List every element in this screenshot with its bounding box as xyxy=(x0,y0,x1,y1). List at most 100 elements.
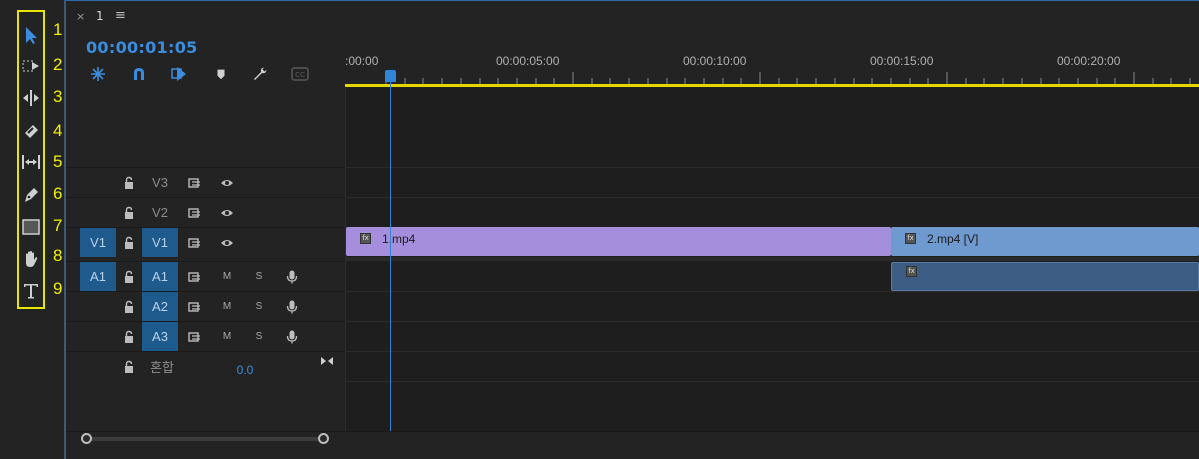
tab-close-icon[interactable]: × xyxy=(76,10,85,23)
microphone-icon[interactable] xyxy=(283,262,301,291)
hand-tool-button[interactable] xyxy=(19,244,43,274)
svg-text:CC: CC xyxy=(295,71,305,79)
solo-track-button[interactable]: S xyxy=(252,292,266,321)
nest-toggle-button[interactable] xyxy=(86,62,110,86)
snap-toggle-button[interactable] xyxy=(127,62,151,86)
microphone-icon[interactable] xyxy=(283,292,301,321)
video-clip-1[interactable]: fx 1.mp4 xyxy=(346,227,891,256)
razor-icon xyxy=(25,125,38,138)
lock-track-icon[interactable] xyxy=(121,168,137,197)
sync-lock-icon[interactable] xyxy=(186,228,204,257)
mute-track-button[interactable]: M xyxy=(220,292,234,321)
linked-selection-button[interactable] xyxy=(167,62,191,86)
sync-lock-icon[interactable] xyxy=(186,198,204,227)
ruler-label: 00:00:10:00 xyxy=(683,54,747,68)
type-tool-button[interactable] xyxy=(19,276,43,306)
hand-icon xyxy=(26,251,38,267)
ripple-edit-tool-button[interactable] xyxy=(19,83,43,113)
pen-icon xyxy=(25,188,38,202)
clip-label: 2.mp4 [V] xyxy=(927,232,979,246)
mute-track-button[interactable]: M xyxy=(220,262,234,291)
track-divider xyxy=(345,321,1199,322)
sequence-tab[interactable]: 1 xyxy=(96,9,104,23)
track-header-a2: A2 M S xyxy=(66,291,345,321)
captions-button[interactable]: CC xyxy=(288,62,312,86)
tools-panel: 1. 2. 3. 4. 5. 6. 7. 8. 9. xyxy=(0,0,67,459)
pen-tool-button[interactable] xyxy=(19,180,43,210)
audio-clip-2[interactable]: fx xyxy=(891,262,1199,291)
ruler-label: :00:00 xyxy=(345,54,379,68)
track-target-v1[interactable]: V1 xyxy=(142,228,178,257)
track-header-a3: A3 M S xyxy=(66,321,345,351)
lock-track-icon[interactable] xyxy=(121,198,137,227)
playhead-timecode[interactable]: 00:00:01:05 xyxy=(86,38,198,57)
source-patch-a1[interactable]: A1 xyxy=(80,262,116,291)
track-header-mix: 혼합 0.0 xyxy=(66,351,345,381)
track-header-v3: V3 xyxy=(66,167,345,197)
track-header-v1: V1 V1 xyxy=(66,227,345,257)
sync-lock-icon[interactable] xyxy=(186,168,204,197)
track-label[interactable]: V3 xyxy=(142,168,178,197)
track-target-a2[interactable]: A2 xyxy=(142,292,178,321)
snap-icon xyxy=(134,68,144,80)
track-divider xyxy=(345,291,1199,292)
toggle-output-eye-icon[interactable] xyxy=(218,228,236,257)
lock-track-icon[interactable] xyxy=(121,292,137,321)
solo-track-button[interactable]: S xyxy=(252,322,266,351)
wrench-icon xyxy=(254,67,267,80)
work-area-bar[interactable] xyxy=(345,84,1199,87)
captions-icon: CC xyxy=(291,67,309,81)
lock-track-icon[interactable] xyxy=(121,262,137,291)
track-divider xyxy=(345,167,1199,168)
ripple-edit-icon xyxy=(23,90,39,106)
track-divider xyxy=(345,197,1199,198)
zoom-scrollbar[interactable] xyxy=(87,437,324,441)
ruler-ticks xyxy=(385,72,1191,84)
timeline-header-tools: CC xyxy=(66,62,346,88)
sync-lock-icon[interactable] xyxy=(186,292,204,321)
sync-lock-icon[interactable] xyxy=(186,262,204,291)
track-header-v2: V2 xyxy=(66,197,345,227)
linked-selection-icon xyxy=(171,67,186,81)
toggle-output-eye-icon[interactable] xyxy=(218,198,236,227)
track-target-a3[interactable]: A3 xyxy=(142,322,178,351)
lock-track-icon[interactable] xyxy=(121,352,137,381)
microphone-icon[interactable] xyxy=(283,322,301,351)
ruler-label: 00:00:15:00 xyxy=(870,54,934,68)
ruler-label: 00:00:20:00 xyxy=(1057,54,1121,68)
lock-track-icon[interactable] xyxy=(121,228,137,257)
fx-badge-icon: fx xyxy=(360,233,371,244)
clip-label: 1.mp4 xyxy=(382,232,416,246)
track-header-a1: A1 A1 M S xyxy=(66,261,345,291)
slip-tool-button[interactable] xyxy=(19,147,43,177)
mute-track-button[interactable]: M xyxy=(220,322,234,351)
source-patch-v1[interactable]: V1 xyxy=(80,228,116,257)
lock-track-icon[interactable] xyxy=(121,322,137,351)
timeline-footer xyxy=(66,431,1199,459)
video-clip-2[interactable]: fx 2.mp4 [V] xyxy=(891,227,1199,256)
zoom-scroll-handle-right[interactable] xyxy=(318,433,329,444)
sync-lock-icon[interactable] xyxy=(186,322,204,351)
add-marker-button[interactable] xyxy=(209,62,233,86)
panel-menu-icon[interactable]: ≡ xyxy=(115,8,126,23)
video-audio-divider xyxy=(345,257,1199,261)
track-select-tool-button[interactable] xyxy=(19,51,43,81)
track-divider xyxy=(345,351,1199,352)
fx-badge-icon: fx xyxy=(906,266,917,277)
track-label[interactable]: V2 xyxy=(142,198,178,227)
selection-tool-button[interactable] xyxy=(19,20,43,50)
mix-track-label: 혼합 xyxy=(150,361,174,376)
mix-volume-value[interactable]: 0.0 xyxy=(228,355,262,384)
time-ruler[interactable]: :00:00 00:00:05:00 00:00:10:00 00:00:15:… xyxy=(345,34,1199,86)
toggle-output-eye-icon[interactable] xyxy=(218,168,236,197)
fx-badge-icon: fx xyxy=(905,233,916,244)
playhead-line xyxy=(390,78,391,431)
mix-go-to-icon[interactable] xyxy=(318,346,336,375)
solo-track-button[interactable]: S xyxy=(252,262,266,291)
rectangle-tool-button[interactable] xyxy=(19,212,43,242)
razor-tool-button[interactable] xyxy=(19,116,43,146)
track-target-a1[interactable]: A1 xyxy=(142,262,178,291)
timeline-settings-button[interactable] xyxy=(248,62,272,86)
zoom-scroll-handle-left[interactable] xyxy=(81,433,92,444)
track-divider xyxy=(345,381,1199,382)
